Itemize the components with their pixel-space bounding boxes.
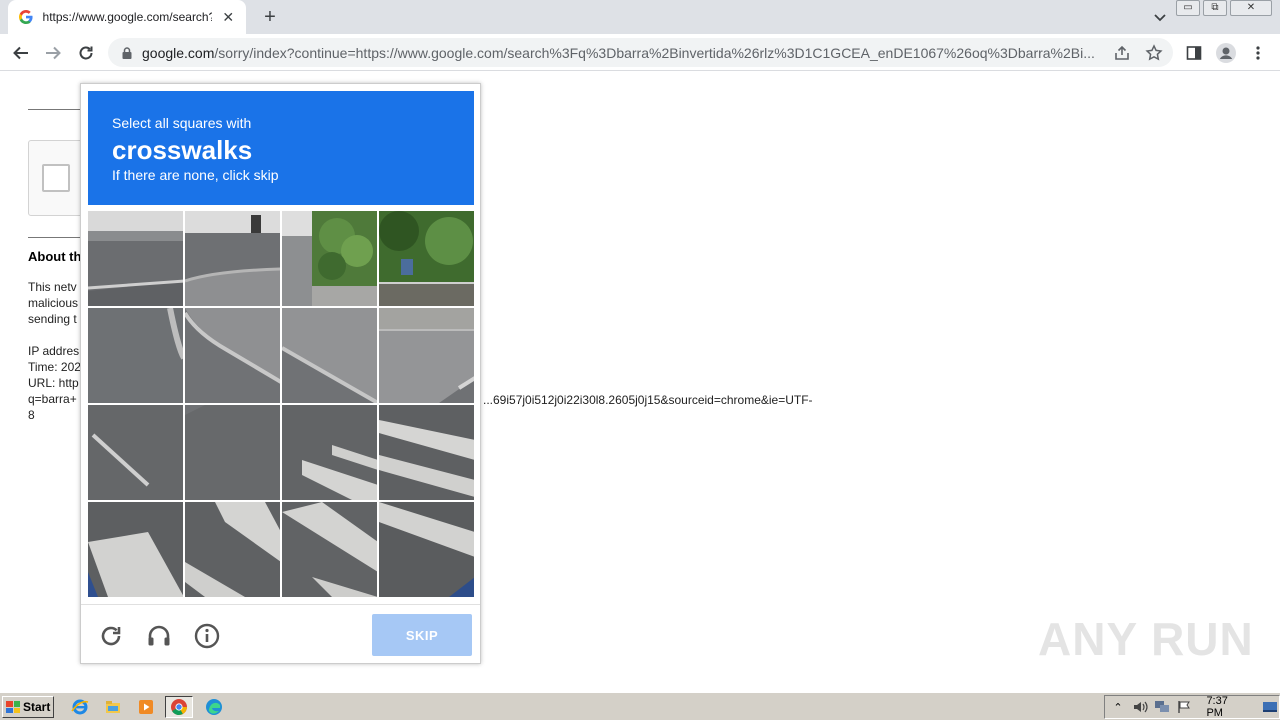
show-desktop-icon[interactable]	[1261, 699, 1279, 715]
start-label: Start	[23, 700, 51, 714]
query-line-end: 8	[28, 408, 35, 422]
tab-title: https://www.google.com/search?q=barra+in…	[42, 10, 213, 24]
ie-icon[interactable]	[66, 696, 94, 718]
skip-button[interactable]: SKIP	[372, 614, 472, 656]
grid-tile-4-2[interactable]	[185, 502, 280, 597]
reload-challenge-icon[interactable]	[97, 622, 125, 650]
explanation-line: sending t	[28, 312, 77, 326]
grid-tile-2-1[interactable]	[88, 308, 183, 403]
about-heading: About th	[28, 249, 82, 264]
edge-icon[interactable]	[200, 696, 228, 718]
media-player-icon[interactable]	[132, 696, 160, 718]
tab-strip: https://www.google.com/search?q=barra+in…	[0, 0, 1280, 34]
grid-tile-4-4[interactable]	[379, 502, 474, 597]
lock-icon[interactable]	[120, 46, 134, 60]
grid-tile-1-3[interactable]	[282, 211, 377, 306]
target-object-text: crosswalks	[112, 135, 253, 165]
url-tail-text: ...69i57j0i512j0i22i30l8.2605j0j15&sourc…	[483, 393, 813, 407]
grid-tile-2-2[interactable]	[185, 308, 280, 403]
new-tab-button[interactable]: +	[258, 5, 282, 29]
explorer-icon[interactable]	[99, 696, 127, 718]
browser-toolbar: google.com/sorry/index?continue=https://…	[0, 34, 1280, 71]
divider	[28, 109, 88, 110]
grid-tile-1-4[interactable]	[379, 211, 474, 306]
image-grid	[88, 211, 474, 597]
chrome-icon[interactable]	[165, 696, 193, 718]
grid-tile-3-2[interactable]	[185, 405, 280, 500]
grid-tile-4-3[interactable]	[282, 502, 377, 597]
grid-tile-1-1[interactable]	[88, 211, 183, 306]
instruction-text: Select all squares with	[112, 115, 252, 131]
explanation-line: This netv	[28, 280, 77, 294]
grid-tile-3-4[interactable]	[379, 405, 474, 500]
show-hidden-icons-icon[interactable]: ⌃	[1109, 699, 1127, 715]
share-icon[interactable]	[1113, 44, 1131, 62]
back-icon[interactable]	[10, 42, 32, 64]
grid-tile-3-1[interactable]	[88, 405, 183, 500]
restore-button[interactable]: ⧉	[1203, 0, 1227, 16]
url-path: /sorry/index?continue=https://www.google…	[214, 44, 1095, 61]
close-window-button[interactable]: ✕	[1230, 0, 1272, 16]
bookmark-star-icon[interactable]	[1145, 44, 1163, 62]
time-line: Time: 202	[28, 360, 81, 374]
query-line: q=barra+	[28, 392, 77, 406]
windows-taskbar: Start ⌃ 7:37 PM	[0, 692, 1280, 720]
explanation-line: malicious	[28, 296, 79, 310]
ip-line: IP addres	[28, 344, 80, 358]
windows-logo-icon	[6, 701, 20, 713]
profile-avatar-icon[interactable]	[1215, 42, 1237, 64]
action-center-flag-icon[interactable]	[1175, 699, 1193, 715]
grid-tile-2-3[interactable]	[282, 308, 377, 403]
challenge-header: Select all squares with crosswalks If th…	[88, 91, 474, 205]
clock: 7:37 PM	[1206, 695, 1228, 719]
skip-hint-text: If there are none, click skip	[112, 167, 279, 183]
window-controls: ▭ ⧉ ✕	[1173, 0, 1272, 16]
recaptcha-checkbox-widget	[28, 140, 88, 216]
challenge-footer: SKIP	[81, 604, 480, 663]
forward-icon[interactable]	[42, 42, 64, 64]
recaptcha-challenge: Select all squares with crosswalks If th…	[80, 83, 481, 664]
tab-search-icon[interactable]	[1150, 7, 1170, 27]
side-panel-icon[interactable]	[1183, 42, 1205, 64]
grid-tile-3-3[interactable]	[282, 405, 377, 500]
system-tray: ⌃ 7:37 PM	[1104, 695, 1280, 719]
browser-tab[interactable]: https://www.google.com/search?q=barra+in…	[8, 0, 246, 34]
volume-icon[interactable]	[1131, 699, 1149, 715]
tab-close-icon[interactable]: ✕	[220, 9, 236, 26]
divider	[28, 237, 88, 238]
anyrun-watermark: ANY RUN	[1038, 613, 1254, 665]
url-text: google.com/sorry/index?continue=https://…	[142, 45, 1107, 61]
info-icon[interactable]	[193, 622, 221, 650]
recaptcha-checkbox[interactable]	[42, 164, 70, 192]
reload-icon[interactable]	[75, 42, 97, 64]
menu-kebab-icon[interactable]	[1247, 42, 1269, 64]
start-button[interactable]: Start	[2, 696, 54, 718]
google-favicon-icon	[18, 9, 34, 25]
url-line: URL: http	[28, 376, 79, 390]
grid-tile-4-1[interactable]	[88, 502, 183, 597]
address-bar[interactable]: google.com/sorry/index?continue=https://…	[108, 38, 1173, 67]
network-icon[interactable]	[1153, 699, 1171, 715]
grid-tile-1-2[interactable]	[185, 211, 280, 306]
grid-tile-2-4[interactable]	[379, 308, 474, 403]
audio-challenge-headphones-icon[interactable]	[145, 622, 173, 650]
url-host: google.com	[142, 44, 215, 61]
minimize-button[interactable]: ▭	[1176, 0, 1200, 16]
